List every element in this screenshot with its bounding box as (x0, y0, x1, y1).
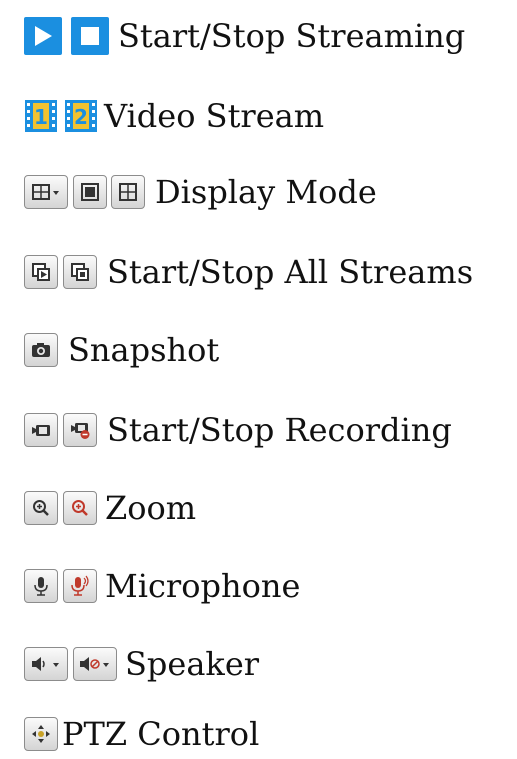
sub-stream-icon[interactable]: 2 (64, 99, 98, 133)
legend-row-snapshot: Snapshot (24, 328, 219, 372)
legend-row-zoom: Zoom (24, 486, 196, 530)
camera-icon[interactable] (24, 333, 58, 367)
zoom-label: Zoom (105, 489, 197, 527)
ptz-control-icon[interactable] (24, 717, 58, 751)
legend-row-all-streams: Start/Stop All Streams (24, 250, 473, 294)
main-stream-icon[interactable]: 1 (24, 99, 58, 133)
play-icon[interactable] (24, 17, 62, 55)
speaker-icon[interactable] (24, 647, 68, 681)
ptz-control-label: PTZ Control (62, 715, 260, 753)
stop-all-streams-icon[interactable] (63, 255, 97, 289)
four-window-icon[interactable] (111, 175, 145, 209)
microphone-label: Microphone (105, 567, 301, 605)
start-stop-recording-label: Start/Stop Recording (107, 411, 452, 449)
display-mode-dropdown-icon[interactable] (24, 175, 68, 209)
legend-row-video-stream: 1 2 Video Stream (24, 94, 324, 138)
stream-1-number: 1 (34, 105, 48, 129)
legend-row-recording: Start/Stop Recording (24, 408, 452, 452)
start-stop-streaming-label: Start/Stop Streaming (118, 17, 466, 55)
legend-row-ptz: PTZ Control (24, 712, 259, 756)
stop-record-icon[interactable] (63, 413, 97, 447)
start-stop-all-streams-label: Start/Stop All Streams (107, 253, 474, 291)
record-icon[interactable] (24, 413, 58, 447)
stop-icon[interactable] (71, 17, 109, 55)
single-window-icon[interactable] (73, 175, 107, 209)
start-all-streams-icon[interactable] (24, 255, 58, 289)
microphone-icon[interactable] (24, 569, 58, 603)
stream-2-number: 2 (74, 105, 88, 129)
legend-row-speaker: Speaker (24, 642, 259, 686)
snapshot-label: Snapshot (68, 331, 220, 369)
legend-row-microphone: Microphone (24, 564, 300, 608)
zoom-icon[interactable] (24, 491, 58, 525)
legend-row-display-mode: Display Mode (24, 170, 377, 214)
display-mode-label: Display Mode (155, 173, 377, 211)
video-stream-label: Video Stream (104, 97, 325, 135)
speaker-muted-icon[interactable] (73, 647, 117, 681)
zoom-active-icon[interactable] (63, 491, 97, 525)
microphone-active-icon[interactable] (63, 569, 97, 603)
speaker-label: Speaker (125, 645, 260, 683)
legend-row-streaming: Start/Stop Streaming (24, 14, 465, 58)
